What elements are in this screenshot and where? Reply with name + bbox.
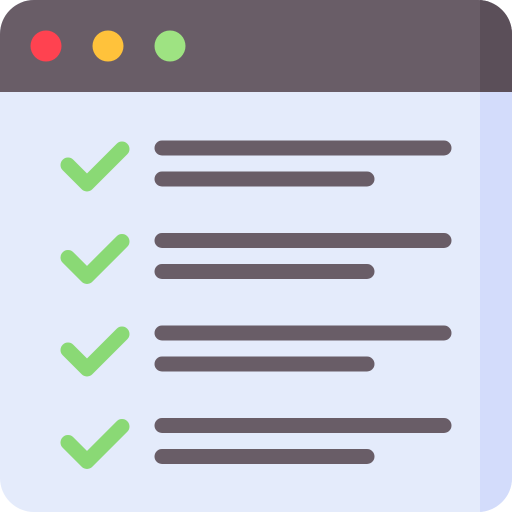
window-titlebar-shade <box>480 0 512 92</box>
maximize-dot[interactable] <box>154 30 186 62</box>
close-dot[interactable] <box>30 30 62 62</box>
minimize-dot[interactable] <box>92 30 124 62</box>
window-controls <box>30 30 186 62</box>
checklist-window-illustration <box>0 0 512 512</box>
window-body-shade <box>480 92 512 512</box>
window-titlebar <box>0 0 512 92</box>
browser-window <box>0 0 512 512</box>
